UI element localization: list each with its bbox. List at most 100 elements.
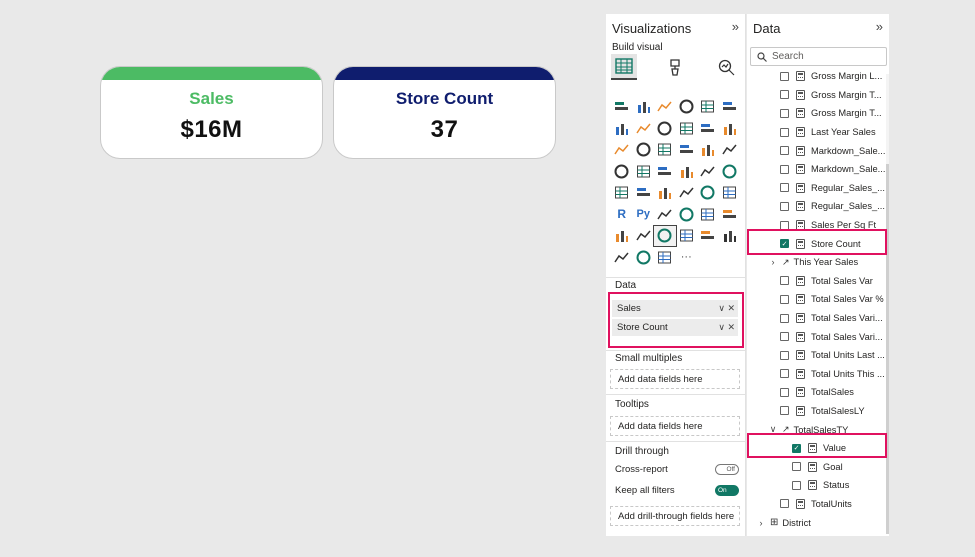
qna-icon[interactable] (697, 204, 719, 224)
field-list-item[interactable]: Total Sales Vari... (747, 309, 889, 328)
power-apps2-icon[interactable] (633, 247, 655, 267)
checkbox[interactable] (792, 480, 801, 490)
pie-icon[interactable] (676, 140, 698, 160)
line-clustered-column-icon[interactable] (697, 118, 719, 138)
analytics-tab[interactable] (713, 54, 739, 80)
checkbox[interactable] (780, 108, 789, 118)
stacked-column-icon[interactable] (633, 97, 655, 117)
area-chart-icon[interactable] (633, 118, 655, 138)
scatter-icon[interactable] (654, 140, 676, 160)
field-list-item[interactable]: Total Units This ... (747, 365, 889, 384)
r-visual-icon[interactable]: R (611, 204, 633, 224)
funnel-icon[interactable] (633, 140, 655, 160)
card-icon[interactable] (611, 183, 633, 203)
power-automate2-icon[interactable] (654, 247, 676, 267)
field-list-item[interactable]: Last Year Sales (747, 123, 889, 142)
checkbox[interactable] (780, 387, 789, 397)
treemap2-icon[interactable] (611, 161, 633, 181)
checkbox[interactable] (792, 462, 801, 472)
checkbox[interactable] (780, 313, 789, 323)
trophy-icon[interactable] (611, 226, 633, 246)
small-multiples-dropzone[interactable]: Add data fields here (610, 369, 740, 389)
line-column-icon[interactable] (676, 118, 698, 138)
checkbox[interactable] (780, 90, 789, 100)
checkbox[interactable] (780, 201, 789, 211)
cross-report-toggle[interactable]: Off (715, 464, 739, 475)
field-list-item[interactable]: Gross Margin T... (747, 104, 889, 123)
tooltips-dropzone[interactable]: Add data fields here (610, 416, 740, 436)
azure-map-icon[interactable] (697, 161, 719, 181)
checkbox[interactable] (780, 332, 789, 342)
collapse-viz-icon[interactable]: » (732, 19, 739, 34)
new-card-icon[interactable] (653, 224, 677, 247)
matrix-icon[interactable] (719, 183, 741, 203)
field-list-item[interactable]: Total Units Last ... (747, 346, 889, 365)
gauge-icon[interactable] (719, 161, 741, 181)
field-list-item[interactable]: Total Sales Var % (747, 290, 889, 309)
checkbox[interactable] (780, 499, 789, 509)
field-list-item[interactable]: Total Sales Var (747, 272, 889, 291)
chevron-right-icon[interactable]: › (756, 518, 766, 528)
checkbox[interactable] (780, 127, 789, 137)
search-input[interactable]: Search (750, 47, 887, 66)
table-icon[interactable] (697, 183, 719, 203)
field-list-item[interactable]: Markdown_Sale... (747, 160, 889, 179)
waterfall-icon[interactable] (611, 140, 633, 160)
field-list-item[interactable]: › ↗ This Year Sales (747, 253, 889, 272)
checkbox[interactable] (780, 146, 789, 156)
new-slicer-icon[interactable] (676, 226, 698, 246)
key-influencers-icon[interactable] (654, 204, 676, 224)
smart-narrative-icon[interactable] (633, 226, 655, 246)
field-list-item[interactable]: TotalUnits (747, 495, 889, 514)
field-list-item[interactable]: Goal (747, 457, 889, 476)
treemap-icon[interactable] (719, 140, 741, 160)
checkbox[interactable] (780, 294, 789, 304)
field-list-item[interactable]: Regular_Sales_... (747, 179, 889, 198)
field-list-item[interactable]: Gross Margin T... (747, 86, 889, 105)
stacked-bar-icon[interactable] (611, 97, 633, 117)
ribbon-icon[interactable] (719, 118, 741, 138)
field-list-item[interactable]: Status (747, 476, 889, 495)
collapse-data-icon[interactable]: » (876, 19, 883, 34)
field-list-item[interactable]: › ⊞ District (747, 513, 889, 532)
field-list-item[interactable]: TotalSalesLY (747, 402, 889, 421)
checkbox[interactable] (780, 369, 789, 379)
checkbox[interactable] (780, 183, 789, 193)
field-list-item[interactable]: Regular_Sales_... (747, 197, 889, 216)
stacked-area-icon[interactable] (654, 118, 676, 138)
paginated-report-icon[interactable] (719, 204, 741, 224)
kpi-icon[interactable] (654, 183, 676, 203)
clustered-bar-icon[interactable] (654, 97, 676, 117)
checkbox[interactable] (780, 164, 789, 174)
filled-map-icon[interactable] (654, 161, 676, 181)
more-visuals-icon[interactable]: ··· (676, 247, 698, 267)
keep-filters-toggle[interactable]: On (715, 485, 739, 496)
checkbox[interactable] (780, 276, 789, 286)
clustered-column-icon[interactable] (676, 97, 698, 117)
checkbox[interactable] (780, 350, 789, 360)
field-list-item[interactable]: Markdown_Sale... (747, 141, 889, 160)
drill-through-dropzone[interactable]: Add drill-through fields here (610, 506, 740, 526)
field-list-item[interactable]: Total Sales Vari... (747, 327, 889, 346)
100-bar-icon[interactable] (697, 97, 719, 117)
chevron-right-icon[interactable]: › (768, 257, 778, 267)
format-visual-tab[interactable] (662, 54, 688, 80)
map-icon[interactable] (633, 161, 655, 181)
donut-icon[interactable] (697, 140, 719, 160)
field-list-item[interactable]: Gross Margin L... (747, 67, 889, 86)
multi-row-card-icon[interactable] (633, 183, 655, 203)
scrollbar-thumb[interactable] (886, 164, 889, 534)
build-visual-tab[interactable] (611, 54, 637, 80)
sales-card[interactable]: Sales $16M (100, 66, 323, 159)
field-list-item[interactable]: TotalSales (747, 383, 889, 402)
python-visual-icon[interactable]: Py (633, 204, 655, 224)
metrics-icon[interactable] (611, 247, 633, 267)
store-count-card[interactable]: Store Count 37 (333, 66, 556, 159)
decomposition-tree-icon[interactable] (676, 204, 698, 224)
power-automate-icon[interactable] (719, 226, 741, 246)
checkbox[interactable] (780, 71, 789, 81)
power-apps-icon[interactable] (697, 226, 719, 246)
slicer-icon[interactable] (676, 183, 698, 203)
line-chart-icon[interactable] (611, 118, 633, 138)
shape-map-icon[interactable] (676, 161, 698, 181)
